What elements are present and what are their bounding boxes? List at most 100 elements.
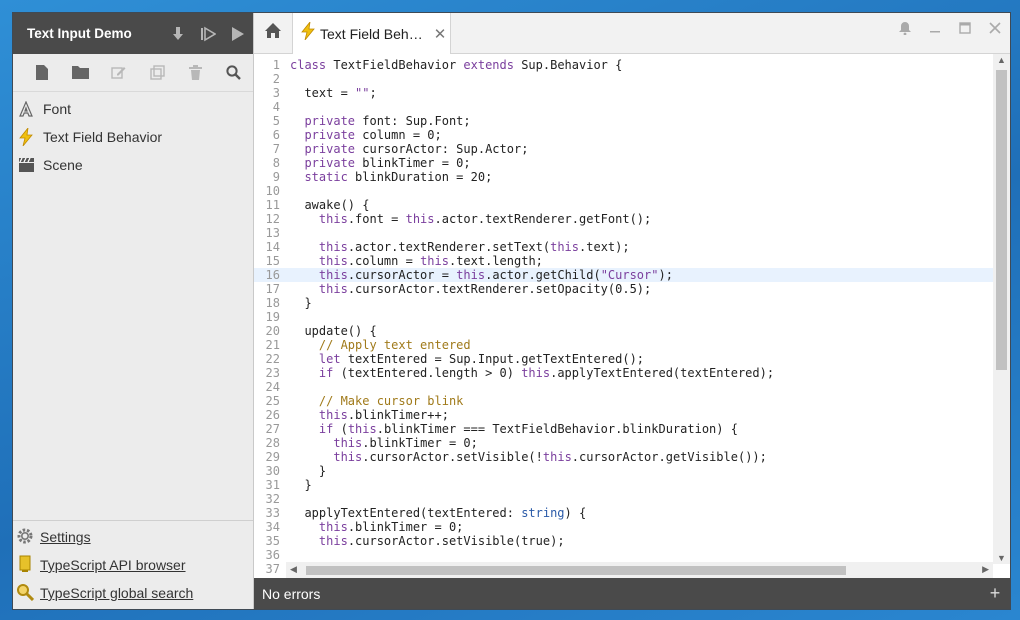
settings-link[interactable]: Settings bbox=[13, 523, 253, 551]
code-line[interactable]: 33 applyTextEntered(textEntered: string)… bbox=[254, 506, 993, 520]
line-number: 9 bbox=[272, 170, 280, 184]
code-line[interactable]: 23 if (textEntered.length > 0) this.appl… bbox=[254, 366, 993, 380]
code-line[interactable]: 3 text = ""; bbox=[254, 86, 993, 100]
tab-bar: Text Field Beh… ✕ bbox=[254, 13, 1010, 54]
vertical-scrollbar[interactable]: ▲ ▼ bbox=[993, 54, 1010, 564]
code-line[interactable]: 10 bbox=[254, 184, 993, 198]
line-number: 33 bbox=[265, 506, 280, 520]
line-number: 16 bbox=[265, 268, 280, 282]
line-number: 11 bbox=[265, 198, 280, 212]
code-line[interactable]: 15 this.column = this.text.length; bbox=[254, 254, 993, 268]
code-line[interactable]: 36 bbox=[254, 548, 993, 562]
line-code: this.font = this.actor.textRenderer.getF… bbox=[318, 212, 652, 226]
minimize-icon[interactable] bbox=[920, 18, 950, 38]
duplicate-icon[interactable] bbox=[138, 58, 176, 88]
line-number: 17 bbox=[265, 282, 280, 296]
code-line[interactable]: 16 this.cursorActor = this.actor.getChil… bbox=[254, 268, 993, 282]
close-window-icon[interactable] bbox=[980, 18, 1010, 38]
code-line[interactable]: 17 this.cursorActor.textRenderer.setOpac… bbox=[254, 282, 993, 296]
api-browser-link[interactable]: TypeScript API browser bbox=[13, 551, 253, 579]
scroll-up-icon[interactable]: ▲ bbox=[997, 55, 1006, 65]
tree-item-font[interactable]: Font bbox=[13, 95, 253, 123]
tab-text-field-behavior[interactable]: Text Field Beh… ✕ bbox=[293, 13, 451, 54]
maximize-icon[interactable] bbox=[950, 18, 980, 38]
scroll-down-icon[interactable]: ▼ bbox=[997, 553, 1006, 563]
code-line[interactable]: 27 if (this.blinkTimer === TextFieldBeha… bbox=[254, 422, 993, 436]
line-code: // Apply text entered bbox=[318, 338, 471, 352]
horizontal-scrollbar[interactable]: ◀ ▶ bbox=[286, 562, 993, 579]
home-tab[interactable] bbox=[254, 13, 293, 53]
vertical-scroll-thumb[interactable] bbox=[996, 70, 1007, 370]
code-line[interactable]: 7 private cursorActor: Sup.Actor; bbox=[254, 142, 993, 156]
tree-item-text-field-behavior[interactable]: Text Field Behavior bbox=[13, 123, 253, 151]
add-icon[interactable]: + bbox=[980, 583, 1010, 604]
line-code: private column = 0; bbox=[304, 128, 442, 142]
line-number: 1 bbox=[272, 58, 280, 72]
search-icon[interactable] bbox=[215, 58, 253, 88]
rename-icon[interactable] bbox=[100, 58, 138, 88]
debug-run-icon[interactable] bbox=[193, 13, 223, 54]
line-number: 27 bbox=[265, 422, 280, 436]
horizontal-scroll-thumb[interactable] bbox=[306, 566, 846, 576]
line-code: } bbox=[290, 464, 327, 478]
line-number: 32 bbox=[265, 492, 280, 506]
code-line[interactable]: 21 // Apply text entered bbox=[254, 338, 993, 352]
code-line[interactable]: 34 this.blinkTimer = 0; bbox=[254, 520, 993, 534]
code-line[interactable]: 18 } bbox=[254, 296, 993, 310]
code-line[interactable]: 5 private font: Sup.Font; bbox=[254, 114, 993, 128]
scroll-right-icon[interactable]: ▶ bbox=[982, 564, 989, 575]
code-line[interactable]: 30 } bbox=[254, 464, 993, 478]
line-code: class TextFieldBehavior extends Sup.Beha… bbox=[290, 58, 623, 72]
code-line[interactable]: 35 this.cursorActor.setVisible(true); bbox=[254, 534, 993, 548]
code-line[interactable]: 29 this.cursorActor.setVisible(!this.cur… bbox=[254, 450, 993, 464]
code-line[interactable]: 12 this.font = this.actor.textRenderer.g… bbox=[254, 212, 993, 226]
gear-icon bbox=[16, 527, 34, 548]
lightning-icon bbox=[17, 128, 35, 146]
code-line[interactable]: 6 private column = 0; bbox=[254, 128, 993, 142]
code-line[interactable]: 9 static blinkDuration = 20; bbox=[254, 170, 993, 184]
code-line[interactable]: 4 bbox=[254, 100, 993, 114]
tree-item-label: Text Field Behavior bbox=[43, 129, 163, 145]
code-line[interactable]: 24 bbox=[254, 380, 993, 394]
code-line[interactable]: 2 bbox=[254, 72, 993, 86]
code-line[interactable]: 8 private blinkTimer = 0; bbox=[254, 156, 993, 170]
code-line[interactable]: 22 let textEntered = Sup.Input.getTextEn… bbox=[254, 352, 993, 366]
run-icon[interactable] bbox=[223, 13, 253, 54]
line-number: 6 bbox=[272, 128, 280, 142]
line-number: 2 bbox=[272, 72, 280, 86]
code-line[interactable]: 14 this.actor.textRenderer.setText(this.… bbox=[254, 240, 993, 254]
code-line[interactable]: 28 this.blinkTimer = 0; bbox=[254, 436, 993, 450]
code-line[interactable]: 31 } bbox=[254, 478, 993, 492]
new-folder-icon[interactable] bbox=[61, 58, 99, 88]
line-code: } bbox=[290, 478, 312, 492]
trash-icon[interactable] bbox=[176, 58, 214, 88]
api-browser-label: TypeScript API browser bbox=[40, 557, 186, 573]
new-asset-icon[interactable] bbox=[23, 58, 61, 88]
line-code: awake() { bbox=[290, 198, 370, 212]
line-number: 20 bbox=[265, 324, 280, 338]
line-code: this.cursorActor = this.actor.getChild("… bbox=[318, 268, 673, 282]
bell-icon[interactable] bbox=[890, 18, 920, 38]
line-code: if (this.blinkTimer === TextFieldBehavio… bbox=[318, 422, 738, 436]
scroll-left-icon[interactable]: ◀ bbox=[290, 564, 297, 575]
code-line[interactable]: 20 update() { bbox=[254, 324, 993, 338]
code-editor[interactable]: 1 class TextFieldBehavior extends Sup.Beh… bbox=[254, 54, 1010, 579]
code-line[interactable]: 32 bbox=[254, 492, 993, 506]
code-line[interactable]: 26 this.blinkTimer++; bbox=[254, 408, 993, 422]
line-code: static blinkDuration = 20; bbox=[304, 170, 493, 184]
line-code: applyTextEntered(textEntered: string) { bbox=[290, 506, 587, 520]
download-icon[interactable] bbox=[163, 13, 193, 54]
code-line[interactable]: 1 class TextFieldBehavior extends Sup.Beh… bbox=[254, 58, 993, 72]
tree-item-scene[interactable]: Scene bbox=[13, 151, 253, 179]
code-line[interactable]: 19 bbox=[254, 310, 993, 324]
code-line[interactable]: 25 // Make cursor blink bbox=[254, 394, 993, 408]
global-search-link[interactable]: TypeScript global search bbox=[13, 579, 253, 607]
line-number: 26 bbox=[265, 408, 280, 422]
code-line[interactable]: 11 awake() { bbox=[254, 198, 993, 212]
code-line[interactable]: 13 bbox=[254, 226, 993, 240]
font-icon bbox=[17, 100, 35, 118]
close-icon[interactable]: ✕ bbox=[430, 25, 450, 43]
main-area: Text Field Beh… ✕ 1 class TextFieldBehav… bbox=[254, 13, 1010, 609]
